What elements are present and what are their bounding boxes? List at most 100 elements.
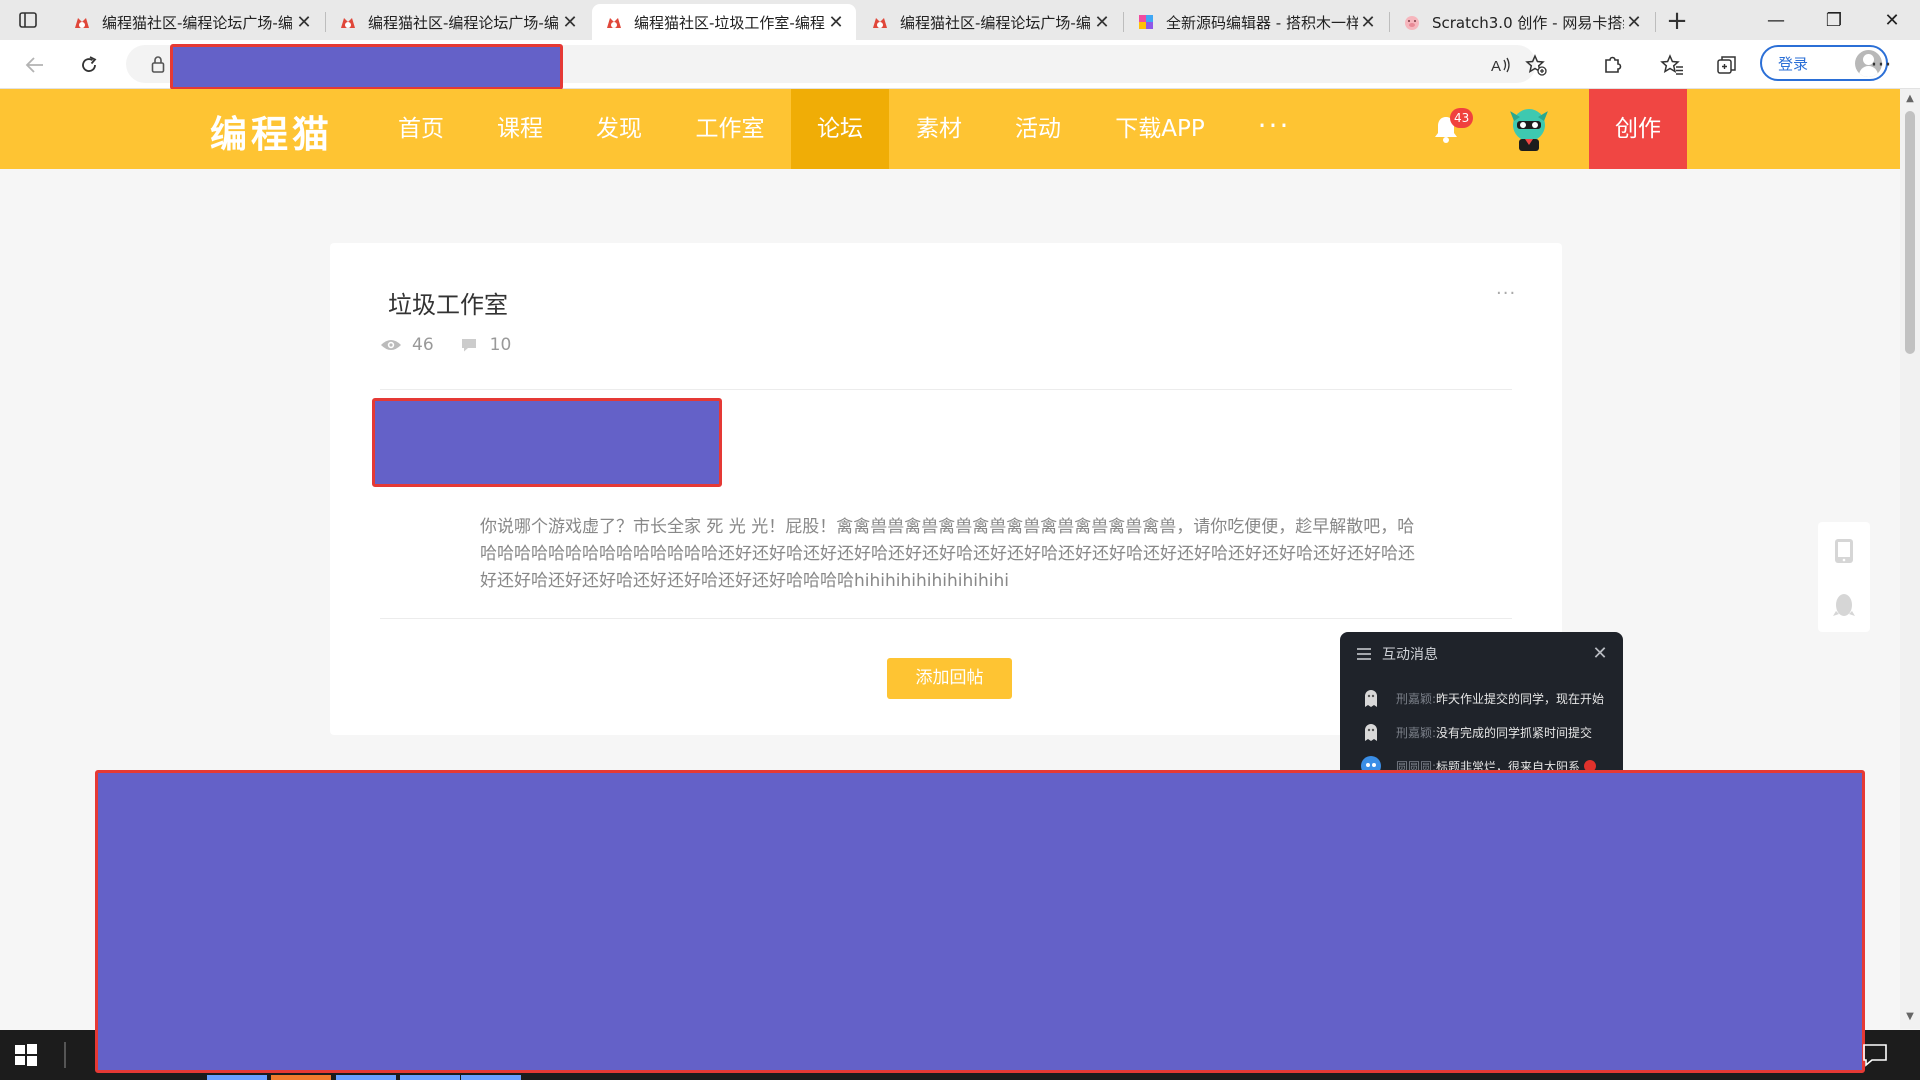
messages-header: 互动消息 (1340, 632, 1623, 676)
tablet-icon[interactable] (1830, 536, 1858, 566)
messages-close-icon[interactable]: ✕ (1591, 645, 1609, 663)
nav-item-download-app[interactable]: 下载APP (1100, 89, 1220, 169)
tab-4[interactable]: 编程猫社区-编程论坛广场-编 ✕ (858, 4, 1122, 40)
taskbar-app-indicator[interactable] (271, 1075, 331, 1080)
nav-item-studio[interactable]: 工作室 (676, 89, 784, 169)
svg-text:A: A (1491, 58, 1501, 74)
messages-title: 互动消息 (1382, 647, 1438, 663)
back-button[interactable] (18, 48, 52, 82)
taskbar-app-indicator[interactable] (207, 1075, 267, 1080)
divider (380, 618, 1512, 619)
create-button[interactable]: 创作 (1589, 89, 1687, 169)
restore-button[interactable]: ❐ (1806, 0, 1862, 40)
scroll-thumb[interactable] (1905, 111, 1915, 354)
scroll-down-arrow-icon[interactable]: ▼ (1900, 1011, 1920, 1025)
tab-title: Scratch3.0 创作 - 网易卡搭编 (1432, 13, 1624, 32)
tab-3-active[interactable]: 编程猫社区-垃圾工作室-编程 ✕ (592, 4, 856, 40)
interaction-messages-popup: 互动消息 ✕ 刑嘉颖: 昨天作业提交的同学，现在开始 刑嘉颖: 没有完成的同学抓… (1340, 632, 1623, 772)
message-item[interactable]: 刑嘉颖: 没有完成的同学抓紧时间提交 (1360, 720, 1615, 744)
post-more-options[interactable]: ··· (1496, 283, 1524, 304)
taskbar-app-indicator[interactable] (336, 1075, 396, 1080)
codemao-icon (72, 12, 92, 32)
colorful-cube-icon (1136, 12, 1156, 32)
comment-icon (458, 336, 480, 354)
page-scrollbar[interactable]: ▲ ▼ (1900, 89, 1920, 1029)
nav-item-materials[interactable]: 素材 (898, 89, 980, 169)
collections-button[interactable] (1713, 51, 1741, 79)
add-reply-button[interactable]: 添加回帖 (887, 658, 1012, 699)
message-user: 刑嘉颖: (1396, 691, 1437, 706)
favorites-star-icon (1660, 54, 1683, 75)
user-avatar[interactable] (1504, 103, 1554, 153)
tab-5[interactable]: 全新源码编辑器 - 搭积木一样 ✕ (1124, 4, 1388, 40)
author-redacted-block (372, 398, 722, 487)
ghost-avatar-icon (1365, 690, 1377, 707)
ghost-avatar-icon (1365, 724, 1377, 741)
favorites-button[interactable] (1658, 51, 1686, 79)
site-logo[interactable]: 编程猫 (210, 104, 333, 156)
extensions-button[interactable] (1599, 51, 1627, 79)
action-center-icon[interactable] (1862, 1043, 1888, 1067)
codemao-icon (870, 12, 890, 32)
message-user: 刑嘉颖: (1396, 725, 1437, 740)
taskbar-app-indicator[interactable] (400, 1075, 460, 1080)
tab-2[interactable]: 编程猫社区-编程论坛广场-编 ✕ (326, 4, 590, 40)
tab-title: 编程猫社区-垃圾工作室-编程 (634, 13, 825, 32)
tab-separator (1655, 12, 1656, 32)
tab-close-icon[interactable]: ✕ (1358, 12, 1378, 33)
tab-actions-icon (19, 12, 37, 28)
reply-count: 10 (489, 335, 512, 355)
taskbar-separator (64, 1042, 66, 1068)
taskbar-app-indicator[interactable] (461, 1075, 521, 1080)
tab-close-icon[interactable]: ✕ (294, 12, 314, 33)
tab-title: 编程猫社区-编程论坛广场-编 (368, 13, 559, 32)
refresh-icon (82, 56, 97, 72)
nav-item-activities[interactable]: 活动 (996, 89, 1080, 169)
eye-icon (380, 336, 402, 354)
nav-item-discover[interactable]: 发现 (578, 89, 660, 169)
tab-6[interactable]: Scratch3.0 创作 - 网易卡搭编 ✕ (1390, 4, 1654, 40)
tab-actions-button[interactable] (16, 8, 40, 32)
close-window-button[interactable]: ✕ (1864, 0, 1920, 40)
nav-item-forum[interactable]: 论坛 (791, 89, 889, 169)
tab-1[interactable]: 编程猫社区-编程论坛广场-编 ✕ (60, 4, 324, 40)
collections-icon (1717, 56, 1736, 74)
nav-more-button[interactable]: ··· (1252, 89, 1296, 169)
tab-title: 全新源码编辑器 - 搭积木一样 (1166, 13, 1358, 32)
tab-close-icon[interactable]: ✕ (1624, 12, 1644, 33)
back-arrow-icon (25, 57, 43, 73)
tab-close-icon[interactable]: ✕ (1092, 12, 1112, 33)
notification-count-badge: 43 (1450, 108, 1474, 128)
bottom-redacted-block (95, 770, 1865, 1073)
divider (380, 389, 1512, 390)
post-stats: 46 10 (380, 334, 535, 356)
windows-start-icon[interactable] (14, 1043, 38, 1067)
url-field[interactable]: A (126, 44, 1547, 90)
minimize-button[interactable]: — (1748, 0, 1804, 40)
tab-close-icon[interactable]: ✕ (560, 12, 580, 33)
puzzle-icon (1605, 56, 1622, 73)
message-text: 没有完成的同学抓紧时间提交 (1436, 725, 1593, 740)
refresh-button[interactable] (72, 48, 106, 82)
tab-title: 编程猫社区-编程论坛广场-编 (900, 13, 1091, 32)
tab-strip: 编程猫社区-编程论坛广场-编 ✕ 编程猫社区-编程论坛广场-编 ✕ 编程猫社区-… (0, 0, 1920, 40)
qq-penguin-icon[interactable] (1830, 590, 1858, 620)
lock-icon (148, 54, 168, 74)
add-favorite-icon[interactable] (1524, 53, 1548, 77)
tab-title: 编程猫社区-编程论坛广场-编 (102, 13, 293, 32)
post-title: 垃圾工作室 (388, 291, 508, 319)
nav-item-home[interactable]: 首页 (380, 89, 462, 169)
url-redacted-block (170, 44, 563, 90)
tab-close-icon[interactable]: ✕ (826, 12, 846, 33)
nav-item-courses[interactable]: 课程 (478, 89, 562, 169)
scroll-up-arrow-icon[interactable]: ▲ (1900, 93, 1920, 107)
message-text: 昨天作业提交的同学，现在开始 (1436, 691, 1605, 706)
browser-menu-button[interactable]: ··· (1866, 50, 1896, 80)
menu-icon (1357, 648, 1371, 660)
new-tab-button[interactable]: + (1662, 6, 1692, 36)
codemao-icon (338, 12, 358, 32)
read-aloud-icon[interactable]: A (1489, 53, 1513, 77)
view-count: 46 (412, 335, 434, 355)
message-item[interactable]: 刑嘉颖: 昨天作业提交的同学，现在开始 (1360, 686, 1615, 710)
post-body: 你说哪个游戏虚了？市长全家 死 光 光！屁股！禽禽兽兽禽兽禽兽禽兽禽兽禽兽禽兽禽… (480, 517, 1415, 591)
